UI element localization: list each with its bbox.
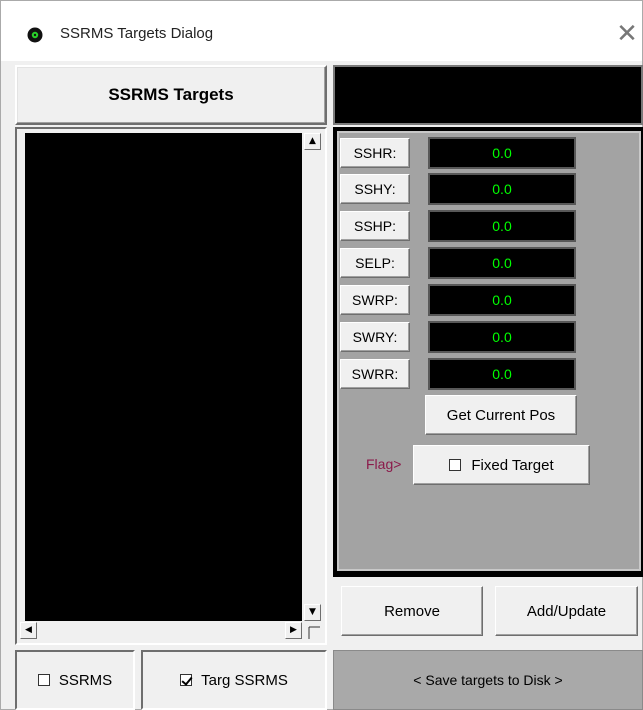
joint-value-sshp: 0.0 <box>428 210 576 242</box>
window-title: SSRMS Targets Dialog <box>60 25 214 42</box>
scroll-right-icon[interactable]: ▶ <box>285 622 302 639</box>
remove-button[interactable]: Remove <box>341 586 483 636</box>
close-icon[interactable]: ✕ <box>613 17 641 51</box>
joint-value-selp: 0.0 <box>428 247 576 279</box>
joint-label-selp[interactable]: SELP: <box>340 248 410 278</box>
targets-header: SSRMS Targets <box>15 65 327 125</box>
targ-ssrms-label: Targ SSRMS <box>201 671 288 689</box>
joint-label-sshr[interactable]: SSHR: <box>340 138 410 168</box>
scroll-left-icon[interactable]: ◀ <box>20 622 37 639</box>
joint-label-sshp[interactable]: SSHP: <box>340 211 410 241</box>
get-current-pos-button[interactable]: Get Current Pos <box>425 395 577 435</box>
add-update-button[interactable]: Add/Update <box>495 586 638 636</box>
targ-ssrms-checkbox[interactable] <box>180 674 193 686</box>
joint-value-swrp: 0.0 <box>428 284 576 316</box>
target-name-display <box>333 65 643 125</box>
targ-ssrms-toggle[interactable]: Targ SSRMS <box>141 650 327 710</box>
resize-grip-icon <box>308 626 320 639</box>
joint-value-sshr: 0.0 <box>428 137 576 169</box>
dialog-window: SSRMS Targets Dialog ✕ SSRMS Targets ▲ ▼… <box>0 0 643 710</box>
joint-value-swry: 0.0 <box>428 321 576 353</box>
vertical-scrollbar[interactable]: ▲ ▼ <box>304 133 321 621</box>
ssrms-toggle[interactable]: SSRMS <box>15 650 135 710</box>
joint-label-swry[interactable]: SWRY: <box>340 322 410 352</box>
joint-label-swrp[interactable]: SWRP: <box>340 285 410 315</box>
joint-label-swrr[interactable]: SWRR: <box>340 359 410 389</box>
joint-value-sshy: 0.0 <box>428 173 576 205</box>
joint-value-swrr: 0.0 <box>428 358 576 390</box>
title-bar: SSRMS Targets Dialog ✕ <box>1 1 642 61</box>
horizontal-scrollbar[interactable]: ◀ ▶ <box>20 621 304 641</box>
fixed-target-label: Fixed Target <box>471 456 554 474</box>
targets-list: ▲ ▼ ◀ ▶ <box>15 127 327 645</box>
fixed-target-checkbox[interactable] <box>449 459 462 471</box>
ssrms-checkbox[interactable] <box>37 674 50 686</box>
targets-list-content[interactable] <box>25 133 302 621</box>
flag-label: Flag> <box>366 456 402 472</box>
fixed-target-toggle[interactable]: Fixed Target <box>413 445 590 485</box>
ssrms-app-icon <box>27 27 43 43</box>
scroll-down-icon[interactable]: ▼ <box>304 604 321 621</box>
scroll-up-icon[interactable]: ▲ <box>304 133 321 150</box>
joint-label-sshy[interactable]: SSHY: <box>340 174 410 204</box>
ssrms-label: SSRMS <box>58 671 113 689</box>
save-targets-button[interactable]: < Save targets to Disk > <box>333 650 643 710</box>
